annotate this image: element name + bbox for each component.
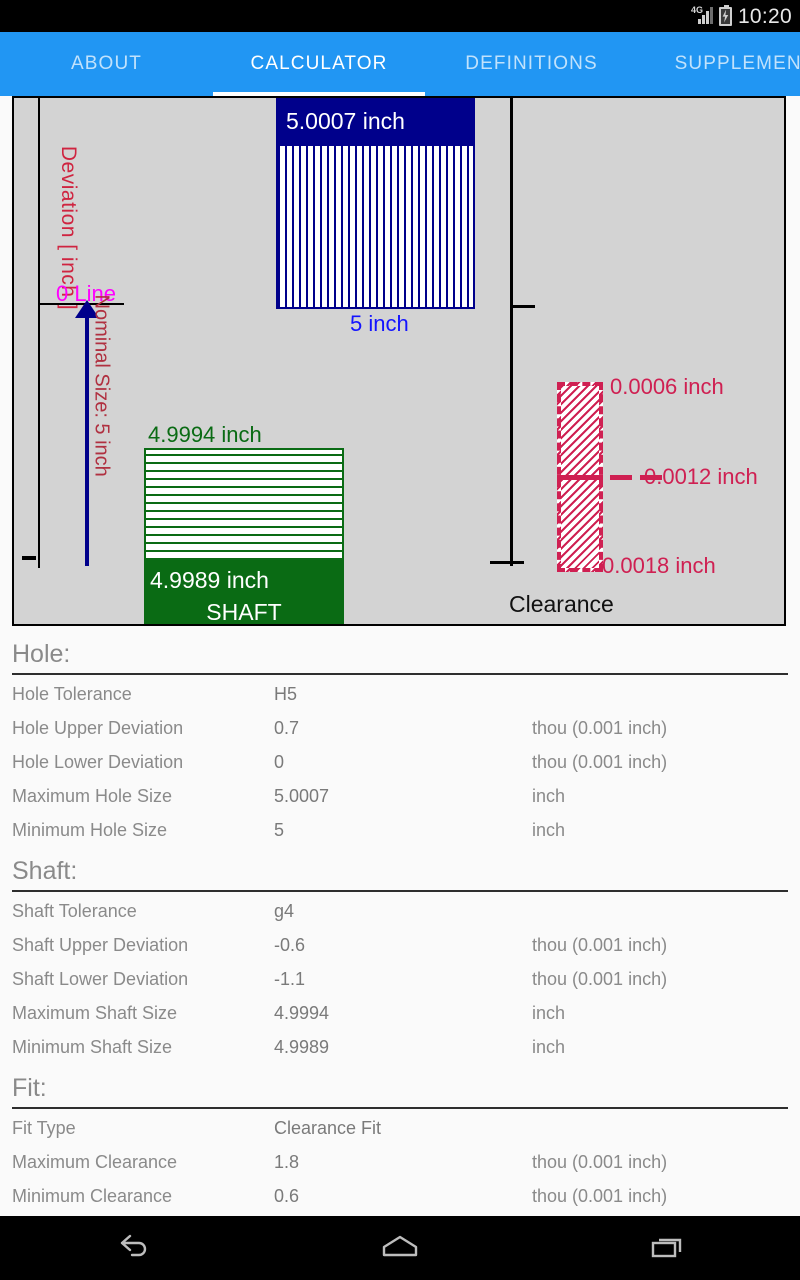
hole-nominal-label: 5 inch — [350, 311, 409, 336]
clearance-mid-label: 0.0012 inch — [644, 464, 758, 489]
row-value: 4.9989 — [274, 1036, 330, 1057]
row-unit: thou (0.001 inch) — [532, 968, 668, 989]
table-row: Minimum Shaft Size 4.9989 inch — [0, 1030, 800, 1064]
tab-calculator[interactable]: CALCULATOR — [213, 32, 425, 96]
row-value: -1.1 — [274, 968, 306, 989]
row-value: 0.6 — [274, 1185, 300, 1206]
table-row: Shaft Tolerance g4 — [0, 894, 800, 928]
status-bar: 4G 10:20 — [0, 0, 800, 32]
row-value: 0 — [274, 751, 285, 772]
table-row: Minimum Hole Size 5 inch — [0, 813, 800, 847]
tab-bar: ABOUT CALCULATOR DEFINITIONS SUPPLEMENT — [0, 32, 800, 96]
android-nav-bar — [0, 1216, 800, 1280]
clearance-mid-marker — [557, 475, 603, 480]
battery-charging-icon — [718, 4, 732, 26]
shaft-name-label: SHAFT — [206, 599, 282, 625]
table-row: Shaft Upper Deviation -0.6 thou (0.001 i… — [0, 928, 800, 962]
results-list[interactable]: Hole: Hole Tolerance H5 Hole Upper Devia… — [0, 630, 800, 1210]
table-row: Hole Upper Deviation 0.7 thou (0.001 inc… — [0, 711, 800, 745]
row-value: 1.8 — [274, 1151, 300, 1172]
clearance-title: Clearance — [509, 591, 614, 617]
row-unit: inch — [532, 819, 566, 840]
shaft-max-label: 4.9994 inch — [148, 422, 262, 447]
row-label: Hole Tolerance — [12, 683, 132, 704]
row-label: Hole Upper Deviation — [12, 717, 184, 738]
hole-max-banner: 5.0007 inch — [276, 98, 475, 146]
row-label: Minimum Hole Size — [12, 819, 168, 840]
tab-definitions[interactable]: DEFINITIONS — [425, 32, 638, 96]
fit-rows: Fit Type Clearance Fit Maximum Clearance… — [0, 1109, 800, 1210]
nominal-arrow-line — [85, 311, 89, 566]
row-value: 5 — [274, 819, 285, 840]
row-value: g4 — [274, 900, 295, 921]
status-clock: 10:20 — [737, 4, 792, 28]
hole-rows: Hole Tolerance H5 Hole Upper Deviation 0… — [0, 675, 800, 847]
table-row: Maximum Hole Size 5.0007 inch — [0, 779, 800, 813]
home-icon[interactable] — [340, 1216, 460, 1280]
row-label: Maximum Shaft Size — [12, 1002, 178, 1023]
row-label: Maximum Clearance — [12, 1151, 178, 1172]
row-unit: thou (0.001 inch) — [532, 1151, 668, 1172]
back-icon[interactable] — [73, 1216, 193, 1280]
status-icons: 4G 10:20 — [691, 4, 792, 28]
row-unit: inch — [532, 785, 566, 806]
row-unit: thou (0.001 inch) — [532, 751, 668, 772]
table-row: Shaft Lower Deviation -1.1 thou (0.001 i… — [0, 962, 800, 996]
table-row: Maximum Shaft Size 4.9994 inch — [0, 996, 800, 1030]
row-unit: thou (0.001 inch) — [532, 717, 668, 738]
row-unit: thou (0.001 inch) — [532, 1185, 668, 1206]
table-row: Hole Tolerance H5 — [0, 677, 800, 711]
row-unit: thou (0.001 inch) — [532, 934, 668, 955]
app-root: 4G 10:20 ABOUT CALCULATOR DEFINITIONS SU… — [0, 0, 800, 1280]
table-row: Hole Lower Deviation 0 thou (0.001 inch) — [0, 745, 800, 779]
row-label: Minimum Shaft Size — [12, 1036, 173, 1057]
row-label: Hole Lower Deviation — [12, 751, 184, 772]
recent-apps-icon[interactable] — [607, 1216, 727, 1280]
table-row: Fit Type Clearance Fit — [0, 1111, 800, 1145]
row-unit: inch — [532, 1002, 566, 1023]
row-value: Clearance Fit — [274, 1117, 382, 1138]
shaft-rows: Shaft Tolerance g4 Shaft Upper Deviation… — [0, 892, 800, 1064]
shaft-min-banner: 4.9989 inch SHAFT — [144, 560, 344, 625]
signal-bars-icon: 4G — [691, 6, 713, 26]
hole-max-label: 5.0007 inch — [286, 108, 405, 134]
signal-bar-group — [697, 7, 713, 24]
section-title-hole: Hole: — [12, 630, 788, 675]
row-value: 4.9994 — [274, 1002, 330, 1023]
deviation-axis-line — [38, 98, 40, 568]
row-value: 0.7 — [274, 717, 300, 738]
tolerance-diagram: Deviation [ inch ] 0 Line Nominal Size: … — [12, 96, 786, 626]
row-label: Shaft Lower Deviation — [12, 968, 189, 989]
table-row: Maximum Clearance 1.8 thou (0.001 inch) — [0, 1145, 800, 1179]
tab-about[interactable]: ABOUT — [0, 32, 213, 96]
clearance-divider-tick-bottom — [490, 561, 524, 564]
nominal-size-label: Nominal Size: 5 inch — [90, 294, 113, 477]
row-label: Maximum Hole Size — [12, 785, 173, 806]
row-value: -0.6 — [274, 934, 306, 955]
table-row: Minimum Clearance 0.6 thou (0.001 inch) — [0, 1179, 800, 1210]
row-label: Shaft Tolerance — [12, 900, 137, 921]
row-label: Shaft Upper Deviation — [12, 934, 189, 955]
row-value: 5.0007 — [274, 785, 330, 806]
section-title-fit: Fit: — [12, 1064, 788, 1109]
shaft-tolerance-band — [144, 448, 344, 560]
shaft-min-label: 4.9989 inch — [150, 567, 269, 593]
clearance-divider-tick-top — [513, 305, 535, 308]
clearance-min-label: 0.0006 inch — [610, 374, 724, 399]
deviation-axis-tick — [22, 556, 36, 560]
row-unit: inch — [532, 1036, 566, 1057]
row-value: H5 — [274, 683, 298, 704]
tab-supplement[interactable]: SUPPLEMENT — [638, 32, 800, 96]
clearance-max-label: 0.0018 inch — [602, 553, 716, 578]
row-label: Minimum Clearance — [12, 1185, 173, 1206]
clearance-divider-line — [510, 98, 513, 566]
section-title-shaft: Shaft: — [12, 847, 788, 892]
row-label: Fit Type — [12, 1117, 76, 1138]
